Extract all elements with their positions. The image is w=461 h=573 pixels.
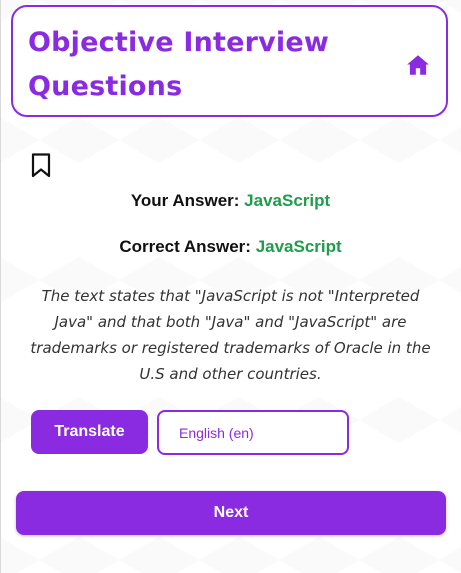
bookmark-icon[interactable] xyxy=(31,153,53,178)
translate-button[interactable]: Translate xyxy=(31,410,148,454)
correct-answer-value: JavaScript xyxy=(255,237,342,256)
quiz-result-page: Objective Interview Questions Your Answe… xyxy=(0,0,461,573)
correct-answer-label: Correct Answer: xyxy=(119,237,251,256)
page-title: Objective Interview Questions xyxy=(28,27,330,102)
answer-explanation: The text states that "JavaScript is not … xyxy=(30,287,431,383)
next-button[interactable]: Next xyxy=(16,491,446,535)
language-select[interactable]: English (en) xyxy=(157,410,349,455)
your-answer-value: JavaScript xyxy=(244,191,331,210)
home-icon[interactable] xyxy=(404,51,432,79)
correct-answer-line: Correct Answer: JavaScript xyxy=(0,237,461,257)
left-divider xyxy=(0,0,1,573)
your-answer-line: Your Answer: JavaScript xyxy=(0,191,461,211)
header-card: Objective Interview Questions xyxy=(11,5,448,117)
language-select-value: English (en) xyxy=(179,424,254,441)
your-answer-label: Your Answer: xyxy=(130,191,240,210)
